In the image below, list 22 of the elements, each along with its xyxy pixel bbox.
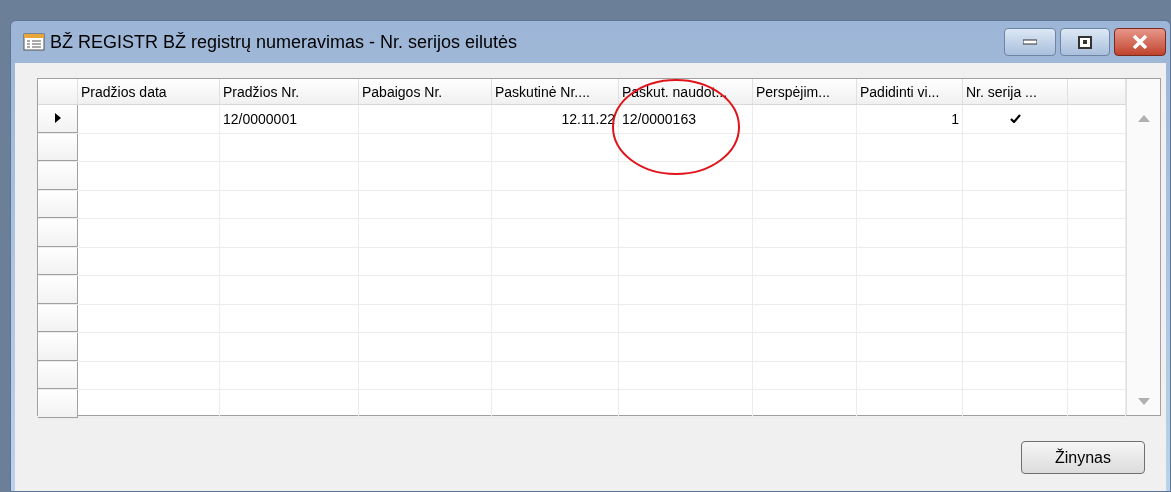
restore-icon [1078, 35, 1092, 49]
window-title: BŽ REGISTR BŽ registrų numeravimas - Nr. serijos eilutės [50, 30, 518, 54]
close-button[interactable] [1114, 28, 1166, 56]
scroll-up-icon[interactable] [1137, 115, 1150, 122]
column-header[interactable]: Pabaigos Nr. [359, 79, 492, 104]
help-button[interactable]: Žinynas [1021, 441, 1145, 474]
table-cell-text: 12/0000163 [622, 109, 696, 129]
column-header[interactable]: Pradžios Nr. [220, 79, 359, 104]
column-header[interactable]: Padidinti vi... [857, 79, 963, 104]
scroll-down-icon[interactable] [1137, 398, 1150, 405]
window-icon [23, 33, 45, 51]
column-header[interactable]: Nr. serija ... [963, 79, 1068, 104]
table-cell-text: 1 [951, 109, 959, 129]
close-icon [1132, 35, 1148, 49]
column-header[interactable]: Perspėjim... [753, 79, 857, 104]
maximize-button[interactable] [1060, 28, 1110, 56]
minimize-icon [1023, 39, 1037, 45]
column-header[interactable]: Pradžios data [78, 79, 220, 104]
column-header[interactable]: Paskutinė Nr.... [492, 79, 619, 104]
row-selector[interactable] [38, 105, 78, 133]
table-cell-text: 12/0000001 [223, 109, 297, 129]
scrollbar[interactable] [1126, 79, 1160, 415]
